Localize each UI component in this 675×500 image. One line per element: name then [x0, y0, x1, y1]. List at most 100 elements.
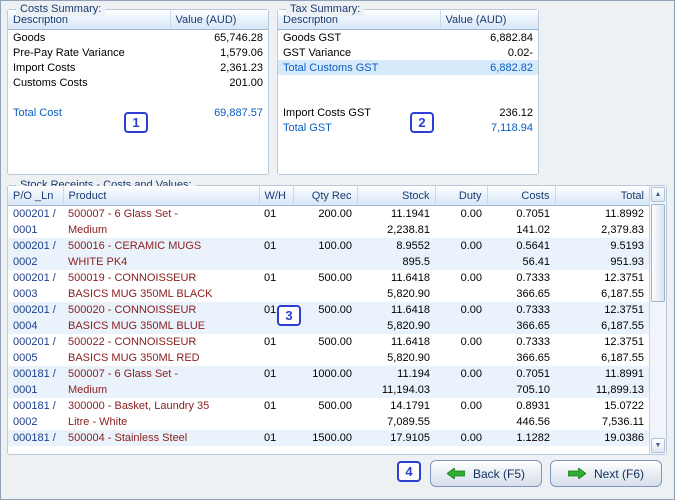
- up-arrow-icon: ▲: [654, 191, 662, 198]
- stock-cell: 5,820.90: [387, 288, 430, 300]
- warehouse-cell: 01: [264, 400, 277, 412]
- po-ln-cell: 000181 /: [13, 432, 56, 444]
- product-cell: BASICS MUG 350ML RED: [68, 352, 200, 364]
- summary-row-label: Total Customs GST: [283, 61, 379, 74]
- total-cell: 12.3751: [604, 272, 644, 284]
- stock-receipts-body: 000201 / 500007 - 6 Glass Set - 01 200.0…: [8, 206, 649, 446]
- total-cell: 12.3751: [604, 336, 644, 348]
- warehouse-cell: [259, 222, 293, 238]
- summary-row-value: 1,579.06: [220, 46, 263, 59]
- costs-cell: 1.1282: [516, 432, 550, 444]
- stock-row[interactable]: 0001 Medium 11,194.03 705.10 11,899.13: [8, 382, 649, 398]
- duty-cell: [435, 350, 487, 366]
- scroll-down-button[interactable]: ▼: [651, 438, 665, 453]
- column-header-duty[interactable]: Duty: [435, 186, 488, 206]
- tax-summary-title: Tax Summary:: [286, 3, 365, 16]
- callout-badge-1: 1: [124, 112, 148, 133]
- back-button[interactable]: Back (F5): [430, 460, 542, 487]
- stock-row[interactable]: 0002 Litre - White 7,089.55 446.56 7,536…: [8, 414, 649, 430]
- costs-column-header-value: Value (AUD): [170, 10, 268, 30]
- product-cell: WHITE PK4: [68, 256, 128, 268]
- product-cell: 500022 - CONNOISSEUR: [68, 336, 197, 348]
- costs-cell: 0.7333: [516, 304, 550, 316]
- column-header-wh[interactable]: W/H: [259, 186, 294, 206]
- summary-row-value: 2,361.23: [220, 61, 263, 74]
- stock-cell: 895.5: [402, 256, 430, 268]
- summary-row-value: 0.02-: [507, 46, 533, 59]
- qty-rec-cell: 200.00: [318, 208, 352, 220]
- stock-row[interactable]: 0003 BASICS MUG 350ML BLACK 5,820.90 366…: [8, 286, 649, 302]
- duty-cell: [435, 414, 487, 430]
- duty-cell: [435, 222, 487, 238]
- stock-cell: 11,194.03: [381, 384, 430, 396]
- summary-row-label: Customs Costs: [13, 76, 88, 89]
- warehouse-cell: 01: [264, 368, 277, 380]
- product-cell: 500016 - CERAMIC MUGS: [68, 240, 202, 252]
- po-ln-cell: 0005: [13, 352, 38, 364]
- scroll-thumb[interactable]: [651, 204, 665, 302]
- stock-row[interactable]: 0004 BASICS MUG 350ML BLUE 5,820.90 366.…: [8, 318, 649, 334]
- total-cell: 11.8992: [605, 208, 644, 220]
- stock-cell: 11.194: [397, 368, 430, 380]
- po-ln-cell: 0002: [13, 256, 38, 268]
- po-ln-cell: 000201 /: [13, 240, 56, 252]
- vertical-scrollbar[interactable]: ▲ ▼: [649, 186, 666, 454]
- stock-receipts-table: P/O _Ln Product W/H Qty Rec Stock Duty C…: [8, 186, 649, 446]
- column-header-po-ln[interactable]: P/O _Ln: [8, 186, 64, 206]
- warehouse-cell: 01: [264, 240, 277, 252]
- tax-summary-body: Goods GST 6,882.84 GST Variance 0.02- To…: [278, 30, 538, 136]
- costs-summary-title: Costs Summary:: [16, 3, 106, 16]
- next-button[interactable]: Next (F6): [550, 460, 662, 487]
- total-cell: 11,899.13: [595, 384, 644, 396]
- stock-row[interactable]: 000201 / 500007 - 6 Glass Set - 01 200.0…: [8, 206, 649, 223]
- product-cell: Medium: [68, 224, 108, 236]
- stock-row[interactable]: 000201 / 500016 - CERAMIC MUGS 01 100.00…: [8, 238, 649, 254]
- column-header-stock[interactable]: Stock: [357, 186, 436, 206]
- warehouse-cell: [259, 254, 293, 270]
- stock-row[interactable]: 0002 WHITE PK4 895.5 56.41 951.93: [8, 254, 649, 270]
- qty-rec-cell: 500.00: [318, 304, 352, 316]
- qty-rec-cell: [293, 286, 357, 302]
- qty-rec-cell: [293, 222, 357, 238]
- duty-cell: 0.00: [460, 272, 482, 284]
- total-cell: 9.5193: [610, 240, 644, 252]
- costs-cell: 141.02: [516, 224, 550, 236]
- po-ln-cell: 000181 /: [13, 400, 56, 412]
- warehouse-cell: [259, 350, 293, 366]
- scroll-up-button[interactable]: ▲: [651, 187, 665, 202]
- callout-badge-2: 2: [410, 112, 434, 133]
- po-ln-cell: 000201 /: [13, 272, 56, 284]
- stock-row[interactable]: 0001 Medium 2,238.81 141.02 2,379.83: [8, 222, 649, 238]
- stock-row[interactable]: 000181 / 500004 - Stainless Steel 01 150…: [8, 430, 649, 446]
- column-header-qty-rec[interactable]: Qty Rec: [293, 186, 358, 206]
- column-header-total[interactable]: Total: [555, 186, 649, 206]
- stock-row[interactable]: 000181 / 500007 - 6 Glass Set - 01 1000.…: [8, 366, 649, 382]
- qty-rec-cell: 500.00: [318, 400, 352, 412]
- summary-row-value: 65,746.28: [214, 31, 263, 44]
- product-cell: Medium: [68, 384, 108, 396]
- costs-summary-body: Goods 65,746.28 Pre-Pay Rate Variance 1,…: [8, 30, 268, 121]
- summary-row-label: [278, 75, 440, 90]
- summary-row-value: 7,118.94: [490, 121, 533, 134]
- column-header-costs[interactable]: Costs: [487, 186, 556, 206]
- stock-row[interactable]: 000181 / 300000 - Basket, Laundry 35 01 …: [8, 398, 649, 414]
- tax-summary-table: Description Value (AUD) Goods GST 6,882.…: [278, 10, 538, 135]
- stock-row[interactable]: 0005 BASICS MUG 350ML RED 5,820.90 366.6…: [8, 350, 649, 366]
- column-header-product[interactable]: Product: [63, 186, 260, 206]
- stock-row[interactable]: 000201 / 500022 - CONNOISSEUR 01 500.00 …: [8, 334, 649, 350]
- product-cell: 300000 - Basket, Laundry 35: [68, 400, 210, 412]
- stock-row[interactable]: 000201 / 500019 - CONNOISSEUR 01 500.00 …: [8, 270, 649, 286]
- summary-row: [278, 75, 538, 90]
- duty-cell: 0.00: [460, 400, 482, 412]
- tax-summary-groupbox: Tax Summary: Description Value (AUD) Goo…: [277, 3, 539, 175]
- po-ln-cell: 0002: [13, 416, 38, 428]
- qty-rec-cell: [293, 382, 357, 398]
- warehouse-cell: [259, 382, 293, 398]
- duty-cell: [435, 286, 487, 302]
- stock-row[interactable]: 000201 / 500020 - CONNOISSEUR 01 500.00 …: [8, 302, 649, 318]
- next-arrow-icon: [567, 468, 586, 479]
- po-ln-cell: 0004: [13, 320, 38, 332]
- po-ln-cell: 0001: [13, 384, 38, 396]
- duty-cell: 0.00: [460, 432, 482, 444]
- total-cell: 6,187.55: [601, 320, 644, 332]
